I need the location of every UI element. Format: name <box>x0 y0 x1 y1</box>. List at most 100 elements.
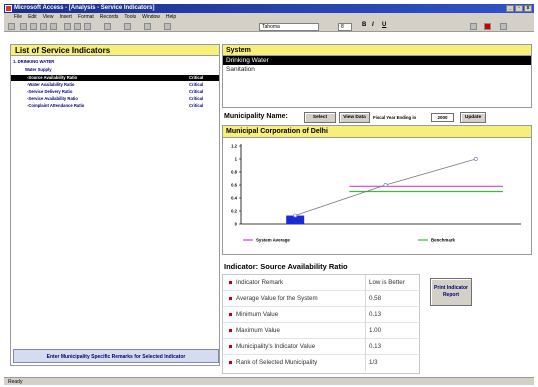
system-list: Drinking Water Sanitation <box>222 55 532 108</box>
menu-help[interactable]: Help <box>166 13 176 21</box>
indicator-row-label: Rank of Selected Municipality <box>236 359 318 366</box>
tree-subcategory[interactable]: Water Supply <box>11 67 219 73</box>
close-icon[interactable]: x <box>524 5 532 12</box>
indicator-row-rank: Rank of Selected Municipality 1/3 <box>223 355 421 371</box>
indicator-list-title: List of Service Indicators <box>11 45 219 56</box>
indicator-details-table: Indicator Remark Low is Better Average V… <box>222 274 421 374</box>
value-line <box>295 158 476 216</box>
print-icon[interactable] <box>30 23 37 30</box>
value-marker <box>293 213 298 218</box>
indicator-row-label: Municipality's Indicator Value <box>236 343 316 350</box>
menu-format[interactable]: Format <box>78 13 94 21</box>
copy-icon[interactable] <box>74 23 81 30</box>
line-color-icon[interactable] <box>500 23 507 30</box>
filter-icon[interactable] <box>144 23 151 30</box>
y-tick-label: 0.2 <box>231 209 237 214</box>
system-item-sanitation[interactable]: Sanitation <box>223 65 531 74</box>
indicator-row-value: 0.58 <box>365 291 381 307</box>
indicator-row-municipality-value: Municipality's Indicator Value 0.13 <box>223 339 421 355</box>
tree-item-service-delivery[interactable]: -Service Delivery Ratio Critical <box>11 89 219 95</box>
tree-item-service-availability[interactable]: -Service Availability Ratio Critical <box>11 96 219 102</box>
indicator-row-value: 1.00 <box>365 323 381 339</box>
tree-item-status: Critical <box>189 75 204 80</box>
indicator-row-value: Low is Better <box>365 275 405 291</box>
indicator-row-value: 0.13 <box>365 307 381 323</box>
menu-bar: File Edit View Insert Format Records Too… <box>4 13 534 21</box>
legend-label-benchmark: Benchmark <box>431 238 455 243</box>
tree-item-label: -Service Availability Ratio <box>27 96 78 101</box>
find-icon[interactable] <box>164 23 171 30</box>
cut-icon[interactable] <box>64 23 71 30</box>
font-name-select[interactable]: Tahoma <box>259 23 319 31</box>
system-item-drinking-water[interactable]: Drinking Water <box>223 56 531 65</box>
y-tick-label: 0.4 <box>231 196 237 201</box>
view-data-button[interactable]: View Data <box>339 112 370 123</box>
indicator-row-value: 1/3 <box>365 355 378 371</box>
menu-insert[interactable]: Insert <box>59 13 72 21</box>
menu-edit[interactable]: Edit <box>28 13 37 21</box>
tree-item-label: -Complaint Attendance Ratio <box>27 103 85 108</box>
tree-item-label: -Water Availability Ratio <box>27 82 75 87</box>
print-preview-icon[interactable] <box>40 23 47 30</box>
minimize-icon[interactable]: _ <box>506 5 514 12</box>
tree-item-label: -Source Availability Ratio <box>27 75 78 80</box>
italic-button[interactable]: I <box>372 22 374 28</box>
restore-icon[interactable]: ▫ <box>515 5 523 12</box>
indicator-row-value: 0.13 <box>365 339 381 355</box>
window-title-bar: Microsoft Access - [Analysis - Service I… <box>4 4 534 13</box>
indicator-row-minimum: Minimum Value 0.13 <box>223 307 421 323</box>
tree-item-status: Critical <box>189 103 204 108</box>
bullet-icon <box>229 329 232 332</box>
bullet-icon <box>229 281 232 284</box>
fiscal-year-input[interactable]: 2000 <box>431 113 454 122</box>
indicator-row-maximum: Maximum Value 1.00 <box>223 323 421 339</box>
menu-file[interactable]: File <box>14 13 22 21</box>
font-size-select[interactable]: 8 <box>338 23 352 31</box>
y-tick-label: 0 <box>235 222 238 227</box>
save-icon[interactable] <box>20 23 27 30</box>
bullet-icon <box>229 313 232 316</box>
font-color-icon[interactable] <box>484 23 491 30</box>
bullet-icon <box>229 345 232 348</box>
menu-window[interactable]: Window <box>142 13 160 21</box>
menu-view[interactable]: View <box>43 13 54 21</box>
access-app-icon <box>5 5 12 12</box>
indicator-row-remark: Indicator Remark Low is Better <box>223 275 421 291</box>
menu-records[interactable]: Records <box>100 13 119 21</box>
tree-item-source-availability[interactable]: -Source Availability Ratio Critical <box>11 75 219 81</box>
system-title: System <box>222 44 532 55</box>
tree-item-status: Critical <box>189 96 204 101</box>
value-marker <box>383 183 388 187</box>
tree-category[interactable]: 1. DRINKING WATER <box>11 59 219 65</box>
enter-remarks-button[interactable]: Enter Municipality Specific Remarks for … <box>13 349 219 363</box>
municipality-label: Municipality Name: <box>224 113 288 120</box>
fill-color-icon[interactable] <box>470 23 477 30</box>
spelling-icon[interactable] <box>50 23 57 30</box>
indicator-row-label: Minimum Value <box>236 311 279 318</box>
paste-icon[interactable] <box>84 23 91 30</box>
y-tick-label: 0.8 <box>231 170 237 175</box>
status-bar: Ready <box>4 377 534 385</box>
tree-item-status: Critical <box>189 89 204 94</box>
tree-item-complaint-attendance[interactable]: -Complaint Attendance Ratio Critical <box>11 103 219 109</box>
sort-icon[interactable] <box>124 23 131 30</box>
y-tick-label: 0.6 <box>231 183 237 188</box>
undo-icon[interactable] <box>104 23 111 30</box>
print-indicator-report-button[interactable]: Print Indicator Report <box>430 278 472 306</box>
indicator-row-average: Average Value for the System 0.58 <box>223 291 421 307</box>
municipality-toolbar: Municipality Name: Select View Data Fisc… <box>222 110 532 124</box>
bold-button[interactable]: B <box>362 22 366 28</box>
legend-label-system-average: System Average <box>256 238 290 243</box>
tree-item-label: -Service Delivery Ratio <box>27 89 73 94</box>
select-button[interactable]: Select <box>304 112 336 123</box>
window-title: Microsoft Access - [Analysis - Service I… <box>14 5 155 11</box>
fiscal-year-label: Fiscal Year Ending in <box>373 115 417 120</box>
underline-button[interactable]: U <box>382 22 386 28</box>
indicator-heading: Indicator: Source Availability Ratio <box>224 262 348 271</box>
update-button[interactable]: Update <box>460 112 486 123</box>
tree-item-water-availability[interactable]: -Water Availability Ratio Critical <box>11 82 219 88</box>
view-icon[interactable] <box>8 23 15 30</box>
chart-svg: 0 0.2 0.4 0.6 0.8 1 1.2 System Average Benchmark <box>231 144 521 243</box>
menu-tools[interactable]: Tools <box>124 13 136 21</box>
municipality-name: Municipal Corporation of Delhi <box>222 125 532 137</box>
